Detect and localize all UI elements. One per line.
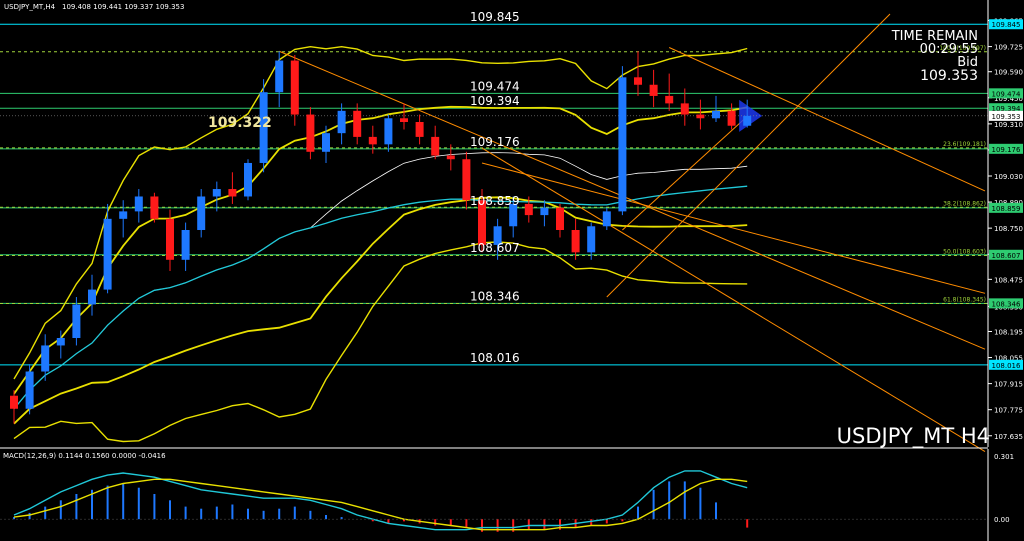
symbol-watermark: USDJPY_MT H4	[837, 424, 990, 449]
fib-level-label: 23.6(109.181)	[943, 141, 986, 148]
price-axis-tick-label: 109.590	[994, 69, 1023, 77]
candle-body	[72, 304, 81, 338]
candle-body	[275, 60, 284, 93]
candle-body	[228, 189, 237, 197]
candle-body	[197, 196, 206, 230]
candle-body	[556, 207, 564, 230]
price-axis-tick-label: 108.195	[994, 328, 1023, 336]
candle-body	[181, 230, 190, 260]
candle-body	[353, 110, 362, 137]
candle-body	[25, 371, 34, 409]
candle-body	[587, 226, 596, 253]
candle-body	[602, 211, 611, 227]
price-level-label: 108.859	[470, 194, 520, 208]
candle-body	[41, 345, 50, 372]
candle-body	[649, 84, 658, 96]
candle-body	[150, 196, 159, 219]
candle-body	[134, 196, 143, 212]
price-level-label: 108.346	[470, 289, 520, 303]
price-axis-tick-label: 109.030	[994, 173, 1023, 181]
candle-body	[524, 203, 533, 216]
macd-axis-tick-label: 0.301	[994, 453, 1014, 461]
price-axis-tick-label: 107.775	[994, 407, 1023, 415]
price-level-label: 109.474	[470, 79, 520, 93]
fib-level-label: 50.0(108.603)	[943, 249, 986, 256]
candle-body	[696, 114, 705, 119]
candle-body	[166, 218, 174, 260]
price-level-label: 108.607	[470, 241, 520, 255]
price-axis-tick-label: 107.915	[994, 381, 1023, 389]
candle-body	[727, 110, 736, 126]
price-tag-text: 108.859	[992, 205, 1021, 213]
price-axis-tick-label: 108.475	[994, 276, 1023, 284]
macd-label: MACD(12,26,9) 0.1144 0.1560 0.0000 -0.04…	[3, 452, 166, 460]
price-tag-text: 108.016	[992, 362, 1021, 370]
price-tag-text: 109.845	[992, 21, 1021, 29]
price-tag-text: 108.607	[992, 252, 1021, 260]
chart-canvas: 23.6(109.181) 38.2(108.862) 50.0(108.603) 6…	[0, 0, 1024, 541]
price-tag-text: 108.346	[992, 300, 1021, 308]
candle-body	[446, 155, 455, 160]
price-level-label: 109.176	[470, 135, 520, 149]
high-marker-label: 109.322	[208, 115, 272, 131]
candle-body	[244, 162, 252, 197]
candle-body	[743, 115, 752, 126]
price-axis-tick-label: 108.750	[994, 225, 1023, 233]
candle-body	[103, 218, 112, 290]
candle-body	[540, 207, 549, 216]
candle-body	[368, 136, 377, 145]
candle-body	[119, 211, 128, 219]
candle-body	[618, 77, 627, 212]
price-tag-text: 109.176	[992, 146, 1021, 154]
candle-body	[290, 60, 299, 115]
macd-axis-tick-label: 0.00	[994, 516, 1010, 524]
candle-body	[10, 395, 18, 409]
candle-body	[400, 118, 408, 122]
price-axis-tick-label: 109.310	[994, 121, 1023, 129]
price-axis-tick-label: 107.635	[994, 433, 1023, 441]
candle-body	[337, 110, 346, 134]
bid-value: 109.353	[920, 68, 978, 84]
candle-body	[306, 114, 315, 152]
price-level-label: 109.394	[470, 94, 520, 108]
fib-level-label: 38.2(108.862)	[943, 200, 986, 207]
candle-body	[431, 136, 440, 156]
candle-body	[88, 289, 96, 305]
price-axis-tick-label: 109.725	[994, 44, 1023, 52]
candle-body	[680, 103, 689, 115]
price-level-label: 108.016	[470, 351, 520, 365]
candle-body	[634, 77, 642, 85]
candle-body	[384, 118, 393, 145]
symbol-header: USDJPY_MT,H4	[4, 3, 56, 11]
candle-body	[56, 338, 65, 346]
candle-body	[212, 189, 221, 197]
candle-body	[665, 95, 674, 104]
price-tag-text: 109.474	[992, 90, 1021, 98]
fib-level-label: 61.8(108.345)	[943, 297, 986, 304]
candle-body	[712, 110, 720, 119]
current-price-tag-text: 109.353	[992, 113, 1021, 121]
price-level-label: 109.845	[470, 10, 520, 24]
candle-body	[571, 230, 580, 253]
candle-body	[322, 133, 330, 152]
ohlc-header: 109.408 109.441 109.337 109.353	[62, 3, 184, 11]
candle-body	[415, 122, 424, 137]
